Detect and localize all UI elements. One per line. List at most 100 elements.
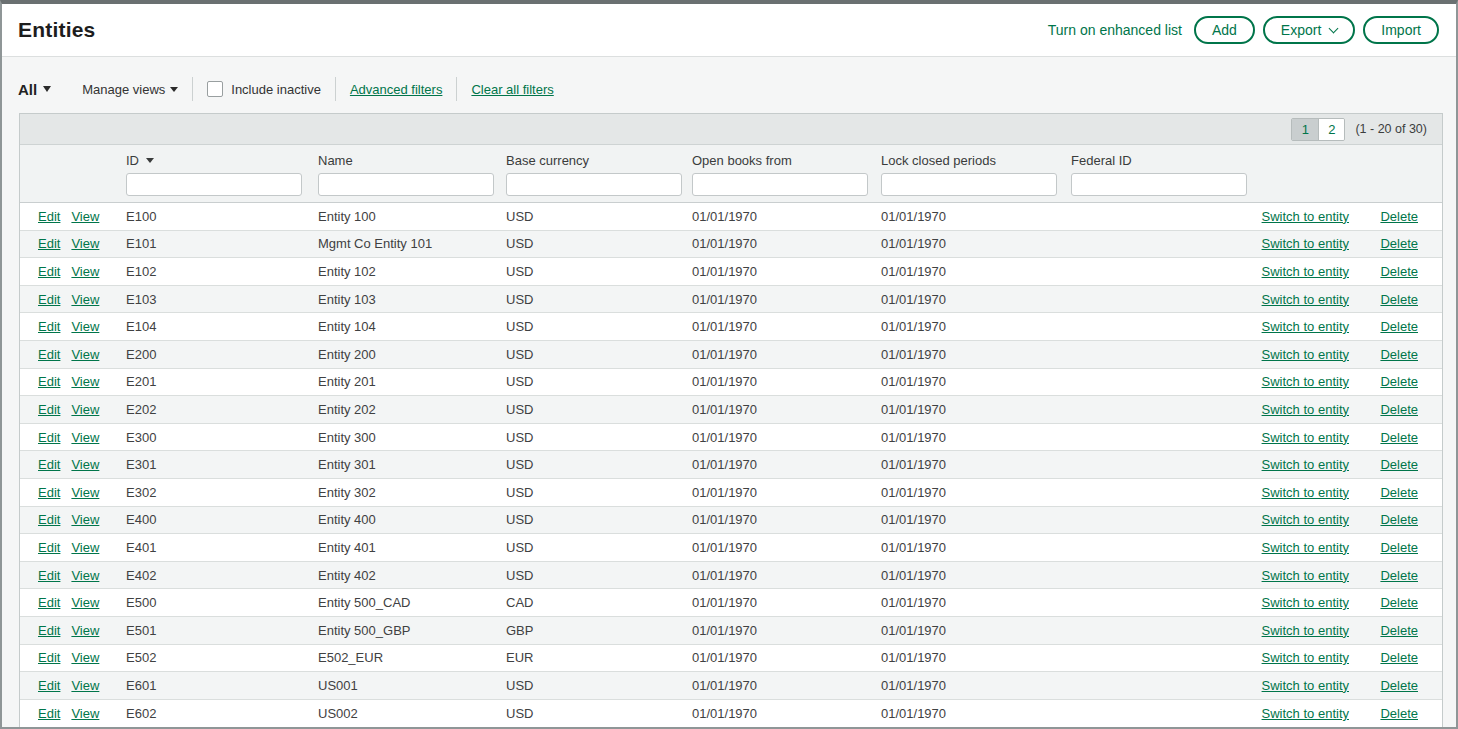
view-link[interactable]: View [71, 292, 99, 307]
edit-link[interactable]: Edit [38, 650, 60, 665]
delete-link[interactable]: Delete [1380, 512, 1418, 527]
switch-to-entity-link[interactable]: Switch to entity [1262, 264, 1349, 279]
switch-to-entity-link[interactable]: Switch to entity [1262, 512, 1349, 527]
delete-link[interactable]: Delete [1380, 347, 1418, 362]
delete-link[interactable]: Delete [1380, 236, 1418, 251]
edit-link[interactable]: Edit [38, 430, 60, 445]
add-button[interactable]: Add [1194, 16, 1255, 44]
switch-to-entity-link[interactable]: Switch to entity [1262, 568, 1349, 583]
delete-link[interactable]: Delete [1380, 319, 1418, 334]
open-books-filter-input[interactable] [692, 173, 868, 196]
delete-link[interactable]: Delete [1380, 264, 1418, 279]
view-link[interactable]: View [71, 319, 99, 334]
delete-link[interactable]: Delete [1380, 374, 1418, 389]
delete-link[interactable]: Delete [1380, 595, 1418, 610]
view-link[interactable]: View [71, 595, 99, 610]
view-link[interactable]: View [71, 540, 99, 555]
advanced-filters-link[interactable]: Advanced filters [350, 82, 443, 97]
edit-link[interactable]: Edit [38, 292, 60, 307]
edit-link[interactable]: Edit [38, 264, 60, 279]
switch-to-entity-link[interactable]: Switch to entity [1262, 347, 1349, 362]
delete-link[interactable]: Delete [1380, 209, 1418, 224]
view-link[interactable]: View [71, 568, 99, 583]
edit-link[interactable]: Edit [38, 402, 60, 417]
id-filter-input[interactable] [126, 173, 302, 196]
view-link[interactable]: View [71, 512, 99, 527]
switch-to-entity-link[interactable]: Switch to entity [1262, 236, 1349, 251]
switch-to-entity-link[interactable]: Switch to entity [1262, 678, 1349, 693]
view-link[interactable]: View [71, 485, 99, 500]
import-button[interactable]: Import [1363, 16, 1439, 44]
delete-link[interactable]: Delete [1380, 430, 1418, 445]
edit-link[interactable]: Edit [38, 678, 60, 693]
page-1-button[interactable]: 1 [1292, 119, 1318, 140]
delete-link[interactable]: Delete [1380, 292, 1418, 307]
switch-to-entity-link[interactable]: Switch to entity [1262, 457, 1349, 472]
delete-link[interactable]: Delete [1380, 678, 1418, 693]
federal-id-filter-input[interactable] [1071, 173, 1247, 196]
column-header-base-currency[interactable]: Base currency [506, 153, 692, 168]
delete-link[interactable]: Delete [1380, 623, 1418, 638]
view-link[interactable]: View [71, 650, 99, 665]
enhanced-list-link[interactable]: Turn on enhanced list [1048, 22, 1182, 38]
view-link[interactable]: View [71, 678, 99, 693]
edit-link[interactable]: Edit [38, 540, 60, 555]
switch-to-entity-link[interactable]: Switch to entity [1262, 209, 1349, 224]
include-inactive-checkbox[interactable] [207, 81, 223, 97]
edit-link[interactable]: Edit [38, 568, 60, 583]
delete-link[interactable]: Delete [1380, 457, 1418, 472]
clear-all-filters-link[interactable]: Clear all filters [471, 82, 553, 97]
edit-link[interactable]: Edit [38, 595, 60, 610]
column-header-open-books-from[interactable]: Open books from [692, 153, 881, 168]
switch-to-entity-link[interactable]: Switch to entity [1262, 540, 1349, 555]
view-link[interactable]: View [71, 236, 99, 251]
edit-link[interactable]: Edit [38, 236, 60, 251]
switch-to-entity-link[interactable]: Switch to entity [1262, 292, 1349, 307]
switch-to-entity-link[interactable]: Switch to entity [1262, 402, 1349, 417]
edit-link[interactable]: Edit [38, 347, 60, 362]
edit-link[interactable]: Edit [38, 374, 60, 389]
delete-link[interactable]: Delete [1380, 402, 1418, 417]
view-link[interactable]: View [71, 264, 99, 279]
switch-to-entity-link[interactable]: Switch to entity [1262, 374, 1349, 389]
column-header-federal-id[interactable]: Federal ID [1071, 153, 1245, 168]
edit-link[interactable]: Edit [38, 706, 60, 721]
delete-link[interactable]: Delete [1380, 650, 1418, 665]
view-link[interactable]: View [71, 347, 99, 362]
view-link[interactable]: View [71, 374, 99, 389]
switch-to-entity-link[interactable]: Switch to entity [1262, 595, 1349, 610]
switch-to-entity-link[interactable]: Switch to entity [1262, 706, 1349, 721]
delete-link[interactable]: Delete [1380, 485, 1418, 500]
view-link[interactable]: View [71, 457, 99, 472]
edit-link[interactable]: Edit [38, 209, 60, 224]
name-filter-input[interactable] [318, 173, 494, 196]
view-link[interactable]: View [71, 402, 99, 417]
view-selector[interactable]: All [18, 81, 51, 98]
view-link[interactable]: View [71, 706, 99, 721]
base-currency-filter-input[interactable] [506, 173, 682, 196]
manage-views-dropdown[interactable]: Manage views [82, 82, 178, 97]
cell-lock-closed-periods: 01/01/1970 [881, 485, 1071, 500]
export-button[interactable]: Export [1263, 16, 1355, 44]
delete-link[interactable]: Delete [1380, 568, 1418, 583]
lock-closed-filter-input[interactable] [881, 173, 1057, 196]
delete-link[interactable]: Delete [1380, 540, 1418, 555]
switch-to-entity-link[interactable]: Switch to entity [1262, 430, 1349, 445]
column-header-id[interactable]: ID [126, 153, 318, 168]
delete-link[interactable]: Delete [1380, 706, 1418, 721]
edit-link[interactable]: Edit [38, 623, 60, 638]
edit-link[interactable]: Edit [38, 512, 60, 527]
column-header-lock-closed-periods[interactable]: Lock closed periods [881, 153, 1071, 168]
page-2-button[interactable]: 2 [1318, 119, 1344, 140]
switch-to-entity-link[interactable]: Switch to entity [1262, 650, 1349, 665]
view-link[interactable]: View [71, 209, 99, 224]
switch-to-entity-link[interactable]: Switch to entity [1262, 623, 1349, 638]
edit-link[interactable]: Edit [38, 457, 60, 472]
view-link[interactable]: View [71, 430, 99, 445]
switch-to-entity-link[interactable]: Switch to entity [1262, 319, 1349, 334]
edit-link[interactable]: Edit [38, 319, 60, 334]
switch-to-entity-link[interactable]: Switch to entity [1262, 485, 1349, 500]
column-header-name[interactable]: Name [318, 153, 506, 168]
view-link[interactable]: View [71, 623, 99, 638]
edit-link[interactable]: Edit [38, 485, 60, 500]
